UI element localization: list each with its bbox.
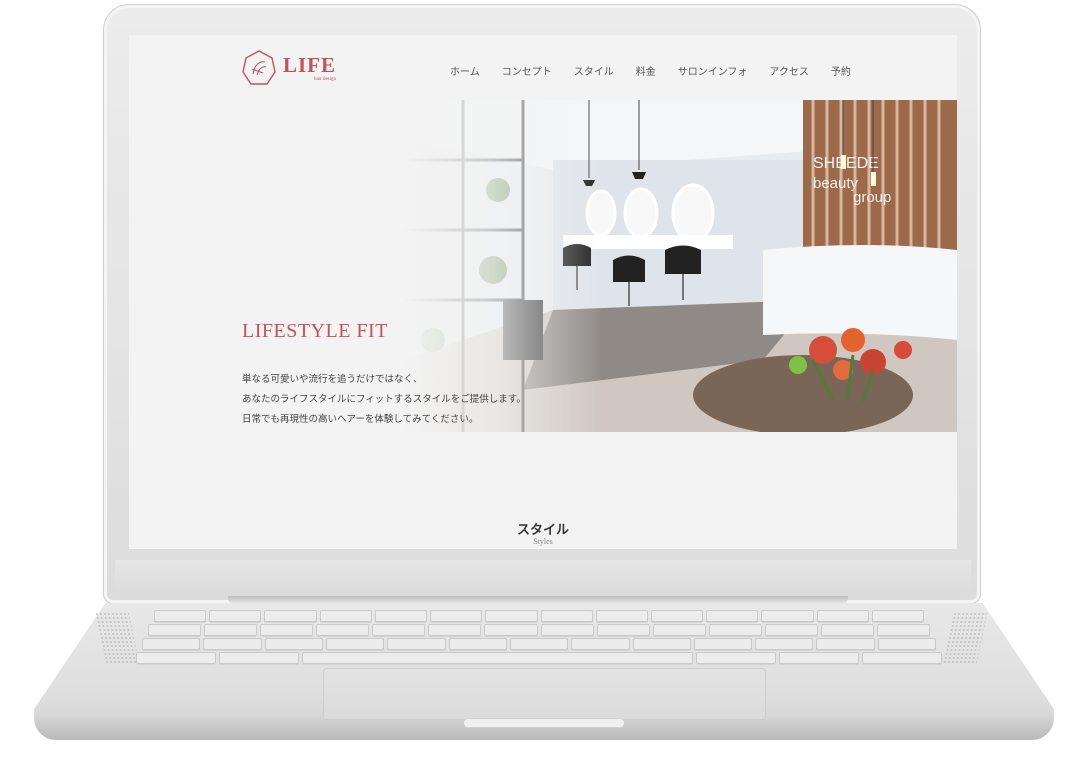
hero-copy-line: あなたのライフスタイルにフィットするスタイルをご提供します。 [242, 394, 526, 405]
nav-reservation[interactable]: 予約 [831, 63, 851, 78]
key [142, 638, 201, 650]
key [448, 638, 507, 650]
key [820, 624, 875, 636]
key [596, 624, 650, 636]
site-header: LIFE hair design ホーム コンセプト スタイル 料金 サロンイン… [129, 35, 957, 99]
section-title: スタイル [516, 523, 569, 538]
key [428, 624, 482, 636]
key [632, 638, 691, 650]
nav-price[interactable]: 料金 [636, 63, 656, 78]
key [706, 610, 759, 622]
key [761, 610, 814, 622]
key [696, 652, 777, 664]
nav-concept[interactable]: コンセプト [502, 63, 552, 78]
nav-salon-info[interactable]: サロンインフォ [678, 63, 748, 78]
key [816, 638, 875, 650]
key [264, 610, 317, 622]
key [218, 652, 299, 664]
key [708, 624, 762, 636]
photo-sign-line3: group [853, 189, 891, 206]
key [571, 638, 630, 650]
key [877, 624, 931, 636]
trackpad [323, 668, 766, 720]
key [877, 638, 937, 650]
section-subtitle: Styles [533, 537, 553, 546]
nav-access[interactable]: アクセス [769, 63, 809, 78]
key [509, 638, 569, 650]
key [484, 624, 538, 636]
hero-title: LIFESTYLE FIT [242, 320, 388, 342]
main-nav: ホーム コンセプト スタイル 料金 サロンインフォ アクセス 予約 [450, 63, 851, 78]
key [652, 624, 706, 636]
key [260, 624, 314, 636]
photo-sign-line2: beauty [813, 175, 859, 192]
space-key [301, 652, 694, 664]
key [387, 638, 446, 650]
laptop-screen: LIFE hair design ホーム コンセプト スタイル 料金 サロンイン… [129, 35, 957, 549]
key [372, 624, 426, 636]
key [693, 638, 753, 650]
key [755, 638, 814, 650]
key [209, 610, 262, 622]
key [316, 624, 370, 636]
laptop-bezel-chin [115, 560, 971, 598]
key [595, 610, 648, 622]
key [325, 638, 385, 650]
key [540, 624, 594, 636]
key [871, 610, 925, 622]
key [136, 652, 216, 664]
key [264, 638, 323, 650]
hero-section: SHEEDE beauty group [129, 100, 957, 432]
key-row [136, 652, 943, 664]
key [779, 652, 860, 664]
key [319, 610, 372, 622]
key [650, 610, 704, 622]
key-row [142, 638, 937, 650]
key-row [154, 610, 925, 622]
hero-copy-line: 単なる可愛いや流行を追うだけではなく、 [242, 374, 423, 385]
hero-copy-line: 日常でも再現性の高いヘアーを体験してみてください。 [242, 414, 479, 425]
key [485, 610, 538, 622]
logo-emblem-icon [241, 49, 277, 87]
key [374, 610, 428, 622]
laptop-hinge [228, 596, 848, 604]
key [430, 610, 483, 622]
key [148, 624, 202, 636]
logo-subtext: hair design [313, 76, 337, 82]
nav-home[interactable]: ホーム [450, 63, 480, 78]
logo-text: LIFE [283, 52, 337, 77]
lid-open-notch [463, 718, 625, 728]
key [154, 610, 207, 622]
key [816, 610, 869, 622]
keyboard [136, 610, 943, 666]
key [764, 624, 818, 636]
key-row [148, 624, 931, 636]
site-logo[interactable]: LIFE hair design [241, 49, 336, 87]
nav-style[interactable]: スタイル [574, 63, 614, 78]
key [862, 652, 943, 664]
key [204, 624, 258, 636]
key [203, 638, 262, 650]
hero-copy: 単なる可愛いや流行を追うだけではなく、 あなたのライフスタイルにフィットするスタ… [242, 370, 526, 430]
key [540, 610, 593, 622]
